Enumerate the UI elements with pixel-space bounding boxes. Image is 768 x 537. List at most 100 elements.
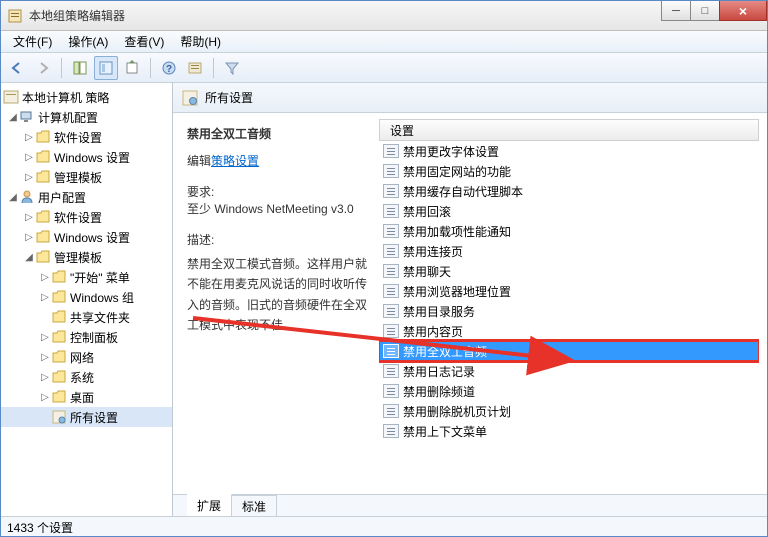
tree-pane[interactable]: 本地计算机 策略 ◢计算机配置 ▷软件设置 ▷Windows 设置 ▷管理模板 … — [1, 83, 173, 516]
setting-icon — [383, 324, 399, 338]
expand-icon[interactable]: ▷ — [23, 152, 35, 163]
statusbar: 1433 个设置 — [1, 516, 767, 536]
menu-help[interactable]: 帮助(H) — [172, 31, 229, 52]
tree-start-menu[interactable]: ▷"开始" 菜单 — [1, 267, 172, 287]
setting-icon — [383, 144, 399, 158]
setting-icon — [383, 164, 399, 178]
list-item[interactable]: 禁用固定网站的功能 — [379, 161, 759, 181]
requirements-label: 要求: — [187, 183, 369, 200]
tree-all-settings[interactable]: 所有设置 — [1, 407, 172, 427]
setting-icon — [383, 244, 399, 258]
tree-system[interactable]: ▷系统 — [1, 367, 172, 387]
tree-windows-components[interactable]: ▷Windows 组 — [1, 287, 172, 307]
expand-icon[interactable]: ▷ — [23, 232, 35, 243]
setting-icon — [383, 204, 399, 218]
tabs: 扩展 标准 — [173, 494, 767, 516]
tab-extended[interactable]: 扩展 — [187, 494, 232, 516]
list-body[interactable]: 禁用更改字体设置禁用固定网站的功能禁用缓存自动代理脚本禁用回滚禁用加载项性能通知… — [379, 141, 759, 494]
edit-policy-link[interactable]: 策略设置 — [211, 154, 259, 168]
collapse-icon[interactable]: ◢ — [7, 192, 19, 203]
tree-computer-config[interactable]: ◢计算机配置 — [1, 107, 172, 127]
setting-icon — [383, 284, 399, 298]
list-item[interactable]: 禁用缓存自动代理脚本 — [379, 181, 759, 201]
tree-software-settings-2[interactable]: ▷软件设置 — [1, 207, 172, 227]
list-item[interactable]: 禁用浏览器地理位置 — [379, 281, 759, 301]
expand-icon[interactable]: ▷ — [23, 172, 35, 183]
setting-icon — [383, 264, 399, 278]
tree-admin-templates-2[interactable]: ◢管理模板 — [1, 247, 172, 267]
tree-root[interactable]: 本地计算机 策略 — [1, 87, 172, 107]
expand-icon[interactable]: ▷ — [39, 292, 51, 303]
content-title: 所有设置 — [205, 89, 253, 106]
setting-icon — [383, 364, 399, 378]
list-item[interactable]: 禁用删除频道 — [379, 381, 759, 401]
svg-text:?: ? — [166, 64, 172, 75]
maximize-button[interactable]: □ — [690, 1, 720, 21]
detail-title: 禁用全双工音频 — [187, 125, 369, 142]
menubar: 文件(F) 操作(A) 查看(V) 帮助(H) — [1, 31, 767, 53]
tree-shared-folders[interactable]: 共享文件夹 — [1, 307, 172, 327]
tree-network[interactable]: ▷网络 — [1, 347, 172, 367]
properties-button[interactable] — [94, 56, 118, 80]
forward-button[interactable] — [31, 56, 55, 80]
list-item[interactable]: 禁用加载项性能通知 — [379, 221, 759, 241]
list-item[interactable]: 禁用日志记录 — [379, 361, 759, 381]
window-title: 本地组策略编辑器 — [29, 7, 125, 24]
list-item[interactable]: 禁用连接页 — [379, 241, 759, 261]
edit-prefix: 编辑 — [187, 154, 211, 168]
expand-icon[interactable]: ▷ — [39, 392, 51, 403]
titlebar: 本地组策略编辑器 ─ □ × — [1, 1, 767, 31]
detail-pane: 禁用全双工音频 编辑策略设置 要求: 至少 Windows NetMeeting… — [173, 113, 379, 494]
app-icon — [7, 8, 23, 24]
tree-desktop[interactable]: ▷桌面 — [1, 387, 172, 407]
list-column-header[interactable]: 设置 — [379, 119, 759, 141]
setting-icon — [383, 384, 399, 398]
tree-control-panel[interactable]: ▷控制面板 — [1, 327, 172, 347]
options-button[interactable] — [183, 56, 207, 80]
tree-admin-templates-1[interactable]: ▷管理模板 — [1, 167, 172, 187]
expand-icon[interactable]: ▷ — [39, 272, 51, 283]
setting-icon — [383, 424, 399, 438]
menu-action[interactable]: 操作(A) — [60, 31, 116, 52]
toolbar: ? — [1, 53, 767, 83]
setting-icon — [383, 184, 399, 198]
tree-windows-settings-2[interactable]: ▷Windows 设置 — [1, 227, 172, 247]
list-item[interactable]: 禁用更改字体设置 — [379, 141, 759, 161]
list-item[interactable]: 禁用全双工音频 — [379, 341, 759, 361]
list-item[interactable]: 禁用上下文菜单 — [379, 421, 759, 441]
content-header: 所有设置 — [173, 83, 767, 113]
list-item[interactable]: 禁用内容页 — [379, 321, 759, 341]
setting-icon — [383, 404, 399, 418]
close-button[interactable]: × — [719, 1, 767, 21]
setting-icon — [383, 304, 399, 318]
expand-icon[interactable]: ▷ — [23, 132, 35, 143]
show-tree-button[interactable] — [68, 56, 92, 80]
tab-standard[interactable]: 标准 — [232, 495, 277, 516]
setting-icon — [383, 224, 399, 238]
list-pane: 设置 禁用更改字体设置禁用固定网站的功能禁用缓存自动代理脚本禁用回滚禁用加载项性… — [379, 113, 767, 494]
help-button[interactable]: ? — [157, 56, 181, 80]
minimize-button[interactable]: ─ — [661, 1, 691, 21]
list-item[interactable]: 禁用删除脱机页计划 — [379, 401, 759, 421]
tree-user-config[interactable]: ◢用户配置 — [1, 187, 172, 207]
collapse-icon[interactable]: ◢ — [23, 252, 35, 263]
expand-icon[interactable]: ▷ — [23, 212, 35, 223]
list-item[interactable]: 禁用回滚 — [379, 201, 759, 221]
description-text: 禁用全双工模式音频。这样用户就不能在用麦克风说话的同时收听传入的音频。旧式的音频… — [187, 254, 369, 336]
description-label: 描述: — [187, 231, 369, 248]
list-item[interactable]: 禁用聊天 — [379, 261, 759, 281]
all-settings-icon — [181, 89, 199, 107]
setting-icon — [383, 344, 399, 358]
tree-windows-settings-1[interactable]: ▷Windows 设置 — [1, 147, 172, 167]
list-item[interactable]: 禁用目录服务 — [379, 301, 759, 321]
menu-view[interactable]: 查看(V) — [116, 31, 172, 52]
back-button[interactable] — [5, 56, 29, 80]
menu-file[interactable]: 文件(F) — [5, 31, 60, 52]
collapse-icon[interactable]: ◢ — [7, 112, 19, 123]
filter-button[interactable] — [220, 56, 244, 80]
tree-software-settings-1[interactable]: ▷软件设置 — [1, 127, 172, 147]
expand-icon[interactable]: ▷ — [39, 352, 51, 363]
export-button[interactable] — [120, 56, 144, 80]
expand-icon[interactable]: ▷ — [39, 332, 51, 343]
expand-icon[interactable]: ▷ — [39, 372, 51, 383]
